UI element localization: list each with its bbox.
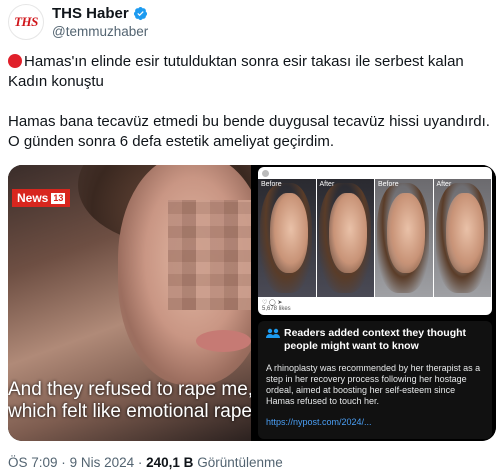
tweet-text: Hamas'ın elinde esir tutulduktan sonra e… — [8, 52, 494, 152]
ig-likes: 5,678 likes — [262, 306, 291, 312]
meta-separator: · — [61, 455, 66, 470]
video-caption: And they refused to rape me, which felt … — [8, 379, 251, 422]
community-notes-context: Readers added context they thought peopl… — [258, 321, 492, 439]
view-count: 240,1 B — [146, 455, 194, 470]
ig-post-header — [258, 167, 492, 179]
photo-label: Before — [378, 181, 399, 188]
view-count-label: Görüntülenme — [197, 455, 283, 470]
meta-separator: · — [137, 455, 143, 470]
before-after-photos: Before After Before After — [258, 179, 492, 297]
screenshot-image[interactable]: Before After Before After ♡ ◯ ➤ 5,678 lik… — [254, 165, 496, 441]
ig-post-footer: ♡ ◯ ➤ 5,678 likes — [262, 300, 291, 312]
tweet-paragraph-1: Hamas'ın elinde esir tutulduktan sonra e… — [8, 52, 494, 92]
photo-before-1: Before — [258, 179, 317, 297]
news-badge-number: 13 — [51, 192, 66, 204]
news-channel-badge: News 13 — [12, 189, 71, 207]
tweet-date[interactable]: 9 Nis 2024 — [70, 455, 135, 470]
photo-label: After — [436, 181, 452, 188]
photo-after-2: After — [433, 179, 492, 297]
tweet-media[interactable]: News 13 And they refused to rape me, whi… — [8, 165, 496, 441]
lips-shape — [196, 330, 251, 352]
context-title: Readers added context they thought peopl… — [266, 327, 484, 353]
tweet-line-1: Hamas'ın elinde esir tutulduktan sonra e… — [8, 53, 464, 90]
photo-before-2: Before — [375, 179, 434, 297]
red-circle-emoji-icon — [8, 54, 22, 68]
photo-label: After — [319, 181, 335, 188]
video-thumbnail[interactable]: News 13 And they refused to rape me, whi… — [8, 165, 251, 441]
people-icon — [266, 328, 280, 338]
news-badge-label: News — [17, 191, 49, 205]
verified-badge-icon — [133, 6, 147, 21]
avatar-logo-text: THS — [14, 14, 38, 29]
photo-after-1: After — [316, 179, 375, 297]
pixelated-face-blur — [168, 200, 251, 310]
instagram-post-screenshot: Before After Before After ♡ ◯ ➤ 5,678 lik… — [258, 167, 492, 315]
tweet-paragraph-2: Hamas bana tecavüz etmedi bu bende duygu… — [8, 113, 490, 150]
context-link: https://nypost.com/2024/... — [266, 417, 372, 427]
context-title-text: Readers added context they thought peopl… — [284, 327, 467, 352]
ig-avatar-icon — [262, 169, 269, 177]
tweet-time[interactable]: ÖS 7:09 — [8, 455, 58, 470]
author-name[interactable]: THS Haber — [52, 5, 129, 22]
tweet-meta: ÖS 7:09 · 9 Nis 2024 · 240,1 B Görüntüle… — [8, 455, 283, 470]
photo-label: Before — [261, 181, 282, 188]
author-handle[interactable]: @temmuzhaber — [52, 24, 148, 39]
author-avatar[interactable]: THS — [8, 4, 44, 40]
author-name-row[interactable]: THS Haber — [52, 5, 148, 22]
context-body: A rhinoplasty was recommended by her the… — [266, 363, 481, 406]
